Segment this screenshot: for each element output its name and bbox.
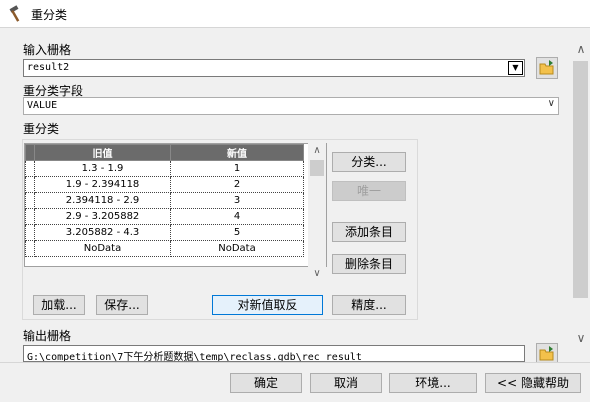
scroll-up-icon[interactable]: ∧ [572, 42, 590, 56]
classify-button[interactable]: 分类... [332, 152, 406, 172]
table-row[interactable]: 1.3 - 1.9 1 [25, 160, 304, 177]
table-scroll-thumb[interactable] [310, 160, 324, 176]
add-entry-button[interactable]: 添加条目 [332, 222, 406, 242]
input-raster-dropdown-icon[interactable]: ▼ [508, 61, 523, 75]
column-header-old[interactable]: 旧值 [34, 144, 171, 161]
new-value-cell[interactable]: 5 [170, 224, 304, 241]
output-raster-value: G:\competition\7下午分析题数据\temp\reclass.gdb… [27, 352, 362, 362]
ok-button[interactable]: 确定 [230, 373, 302, 393]
precision-button[interactable]: 精度... [332, 295, 406, 315]
old-value-cell[interactable]: 2.9 - 3.205882 [34, 208, 171, 225]
old-value-cell[interactable]: 1.3 - 1.9 [34, 160, 171, 177]
environments-button[interactable]: 环境... [389, 373, 477, 393]
input-raster-value: result2 [27, 62, 70, 73]
row-header-corner [25, 144, 35, 161]
scroll-down-icon[interactable]: ∨ [308, 268, 326, 279]
dialog-scrollbar[interactable]: ∧ ∨ [572, 28, 590, 362]
reclass-label: 重分类 [23, 122, 60, 136]
reclass-field-value: VALUE [27, 100, 58, 111]
scroll-down-icon[interactable]: ∨ [572, 331, 590, 345]
input-raster-browse-button[interactable] [536, 57, 558, 79]
output-raster-label: 输出栅格 [23, 329, 72, 343]
scroll-up-icon[interactable]: ∧ [308, 145, 326, 156]
title-bar: 重分类 [0, 0, 590, 28]
table-scrollbar[interactable]: ∧ ∨ [308, 143, 326, 283]
reclass-group: 旧值 新值 1.3 - 1.9 1 1.9 - 2.394118 2 2.394… [22, 139, 418, 320]
output-raster-field[interactable]: G:\competition\7下午分析题数据\temp\reclass.gdb… [23, 345, 525, 362]
unique-button[interactable]: 唯一 [332, 181, 406, 201]
new-value-cell[interactable]: 1 [170, 160, 304, 177]
table-row[interactable]: 3.205882 - 4.3 5 [25, 224, 304, 241]
input-raster-label: 输入栅格 [23, 43, 72, 57]
delete-entry-button[interactable]: 删除条目 [332, 254, 406, 274]
reclass-table[interactable]: 旧值 新值 1.3 - 1.9 1 1.9 - 2.394118 2 2.394… [24, 143, 327, 267]
old-value-cell[interactable]: 1.9 - 2.394118 [34, 176, 171, 193]
old-value-cell[interactable]: 3.205882 - 4.3 [34, 224, 171, 241]
cancel-button[interactable]: 取消 [310, 373, 382, 393]
old-value-cell[interactable]: 2.394118 - 2.9 [34, 192, 171, 209]
table-row[interactable]: NoData NoData [25, 240, 304, 257]
input-raster-combobox[interactable]: result2 [23, 59, 525, 77]
hammer-icon [9, 5, 20, 22]
dialog-scroll-thumb[interactable] [573, 61, 588, 298]
dialog-footer: 确定 取消 环境... << 隐藏帮助 [0, 362, 590, 402]
table-row[interactable]: 2.9 - 3.205882 4 [25, 208, 304, 225]
column-header-new[interactable]: 新值 [170, 144, 304, 161]
output-raster-browse-button[interactable] [536, 343, 558, 362]
hide-help-button[interactable]: << 隐藏帮助 [485, 373, 581, 393]
parameter-panel: 输入栅格 result2 ▼ 重分类字段 VALUE ∨ 重分类 旧值 新值 1… [0, 28, 572, 362]
new-value-cell[interactable]: NoData [170, 240, 304, 257]
open-folder-icon [539, 346, 554, 361]
reclassify-dialog: 输入栅格 result2 ▼ 重分类字段 VALUE ∨ 重分类 旧值 新值 1… [0, 28, 590, 402]
save-button[interactable]: 保存... [96, 295, 148, 315]
chevron-down-icon: ∨ [547, 98, 555, 109]
new-value-cell[interactable]: 4 [170, 208, 304, 225]
load-button[interactable]: 加载... [33, 295, 85, 315]
old-value-cell[interactable]: NoData [34, 240, 171, 257]
table-row[interactable]: 1.9 - 2.394118 2 [25, 176, 304, 193]
table-row[interactable]: 2.394118 - 2.9 3 [25, 192, 304, 209]
new-value-cell[interactable]: 2 [170, 176, 304, 193]
new-value-cell[interactable]: 3 [170, 192, 304, 209]
open-folder-icon [539, 60, 554, 75]
window-title: 重分类 [31, 8, 68, 22]
reverse-new-values-button[interactable]: 对新值取反 [212, 295, 323, 315]
reclass-field-select[interactable]: VALUE ∨ [23, 97, 559, 115]
